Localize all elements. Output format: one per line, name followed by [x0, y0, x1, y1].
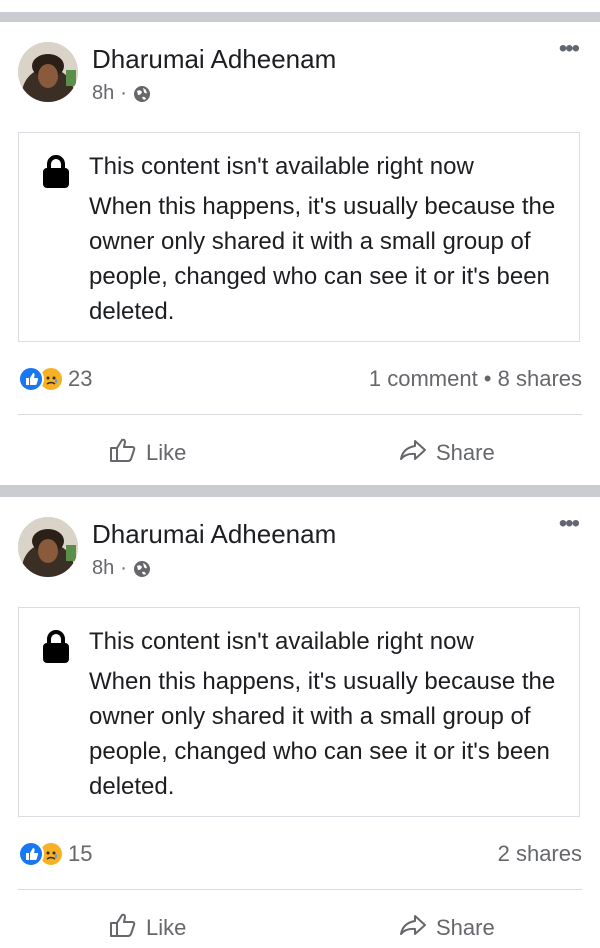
post-header: Dharumai Adheenam 8h · •••: [0, 497, 600, 607]
share-arrow-icon: [398, 435, 428, 471]
share-label: Share: [436, 915, 495, 940]
post-stats: 23 1 comment • 8 shares: [18, 342, 582, 415]
reaction-count: 15: [68, 841, 93, 866]
post-actions: Like Share: [0, 415, 600, 485]
like-button[interactable]: Like: [108, 435, 186, 471]
notice-body: When this happens, it's usually because …: [89, 193, 556, 325]
feed-post: Dharumai Adheenam 8h · ••• This content …: [0, 22, 600, 485]
reaction-count: 23: [68, 366, 93, 391]
post-header: Dharumai Adheenam 8h · •••: [0, 22, 600, 132]
notice-title: This content isn't available right now: [89, 628, 474, 655]
reaction-summary[interactable]: 15: [18, 841, 92, 867]
feed-post: Dharumai Adheenam 8h · ••• This content …: [0, 497, 600, 948]
lock-icon: [41, 153, 71, 189]
more-options-button[interactable]: •••: [559, 512, 580, 536]
author-name[interactable]: Dharumai Adheenam: [92, 44, 336, 75]
like-label: Like: [146, 915, 187, 940]
reaction-summary[interactable]: 23: [18, 366, 92, 392]
avatar[interactable]: [18, 517, 78, 577]
like-label: Like: [146, 440, 187, 465]
post-time[interactable]: 8h: [92, 557, 114, 580]
feed-divider: [0, 12, 600, 22]
unavailable-content-card: This content isn't available right now W…: [18, 607, 580, 817]
feed-divider: [0, 485, 600, 497]
share-arrow-icon: [398, 910, 428, 946]
post-meta: 8h ·: [92, 557, 151, 580]
share-label: Share: [436, 440, 495, 465]
globe-icon: [133, 85, 151, 103]
post-meta: 8h ·: [92, 82, 151, 105]
like-reaction-icon: [18, 841, 44, 867]
post-actions: Like Share: [0, 890, 600, 948]
lock-icon: [41, 628, 71, 664]
unavailable-content-card: This content isn't available right now W…: [18, 132, 580, 342]
thumbs-up-icon: [108, 435, 138, 471]
meta-separator: ·: [120, 557, 127, 579]
globe-icon: [133, 560, 151, 578]
like-reaction-icon: [18, 366, 44, 392]
notice-title: This content isn't available right now: [89, 153, 474, 180]
post-stats: 15 2 shares: [18, 817, 582, 890]
avatar[interactable]: [18, 42, 78, 102]
share-button[interactable]: Share: [398, 910, 495, 946]
like-button[interactable]: Like: [108, 910, 186, 946]
notice-body: When this happens, it's usually because …: [89, 668, 556, 800]
post-time[interactable]: 8h: [92, 82, 114, 105]
engagement-summary[interactable]: 1 comment • 8 shares: [369, 366, 582, 392]
more-options-button[interactable]: •••: [559, 37, 580, 61]
author-name[interactable]: Dharumai Adheenam: [92, 519, 336, 550]
share-button[interactable]: Share: [398, 435, 495, 471]
meta-separator: ·: [120, 82, 127, 104]
thumbs-up-icon: [108, 910, 138, 946]
engagement-summary[interactable]: 2 shares: [498, 841, 582, 867]
